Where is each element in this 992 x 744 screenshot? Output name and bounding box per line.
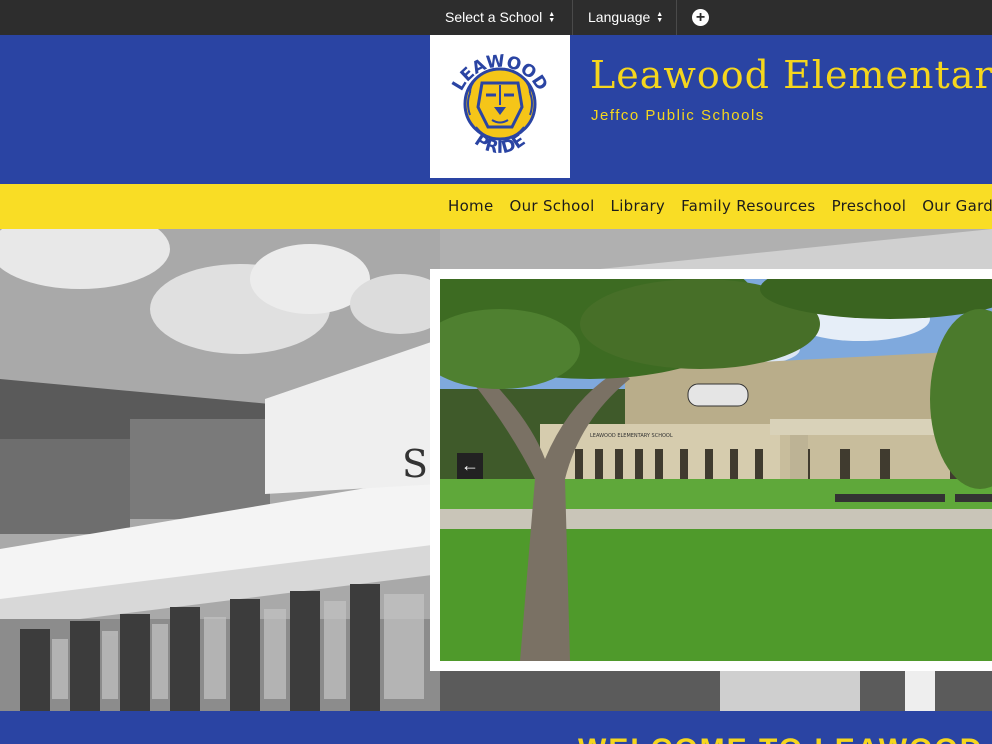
divider xyxy=(572,0,573,35)
nav-item-library[interactable]: Library xyxy=(603,184,674,229)
nav-item-preschool[interactable]: Preschool xyxy=(824,184,915,229)
select-school-dropdown[interactable]: Select a School ▲ ▼ xyxy=(445,0,555,35)
site-header: LEAWOOD PRIDE Leawood Elementary School … xyxy=(0,35,992,184)
sort-icon: ▲ ▼ xyxy=(656,10,664,24)
nav-list: Home Our School Library Family Resources Pre… xyxy=(440,184,992,229)
hero-banner: S LEAWOOD ELEMENTARY SCHOOL ← xyxy=(0,229,992,711)
welcome-section: WELCOME TO LEAWOOD ELEMENTARY xyxy=(0,711,992,744)
school-logo[interactable]: LEAWOOD PRIDE xyxy=(430,35,570,178)
school-sign-text: LEAWOOD ELEMENTARY SCHOOL xyxy=(590,433,673,439)
select-school-label: Select a School xyxy=(445,9,543,25)
nav-item-our-school[interactable]: Our School xyxy=(502,184,603,229)
arrow-left-icon: ← xyxy=(461,455,479,475)
site-subtitle: Jeffco Public Schools xyxy=(591,107,765,124)
nav-item-our-garden[interactable]: Our Garden xyxy=(914,184,992,229)
slideshow-prev-button[interactable]: ← xyxy=(457,453,483,479)
slide-photo: LEAWOOD ELEMENTARY SCHOOL xyxy=(440,279,992,661)
lion-logo-icon: LEAWOOD PRIDE xyxy=(448,51,551,158)
slideshow: LEAWOOD ELEMENTARY SCHOOL xyxy=(430,269,992,671)
main-nav: Home Our School Library Family Resources Pre… xyxy=(0,184,992,229)
language-label: Language xyxy=(588,9,651,25)
welcome-title: WELCOME TO LEAWOOD ELEMENTARY xyxy=(578,733,992,744)
nav-item-family-resources[interactable]: Family Resources xyxy=(673,184,823,229)
school-photo-image: LEAWOOD ELEMENTARY SCHOOL xyxy=(440,279,992,661)
language-dropdown[interactable]: Language ▲ ▼ xyxy=(588,0,663,35)
divider xyxy=(676,0,677,35)
nav-item-home[interactable]: Home xyxy=(440,184,502,229)
site-title[interactable]: Leawood Elementary School xyxy=(590,53,992,97)
building-letter: S xyxy=(402,442,428,486)
plus-circle-icon: + xyxy=(692,9,709,26)
utility-bar: Select a School ▲ ▼ Language ▲ ▼ + xyxy=(0,0,992,35)
expand-button[interactable]: + xyxy=(692,0,709,35)
sort-icon: ▲ ▼ xyxy=(548,10,556,24)
